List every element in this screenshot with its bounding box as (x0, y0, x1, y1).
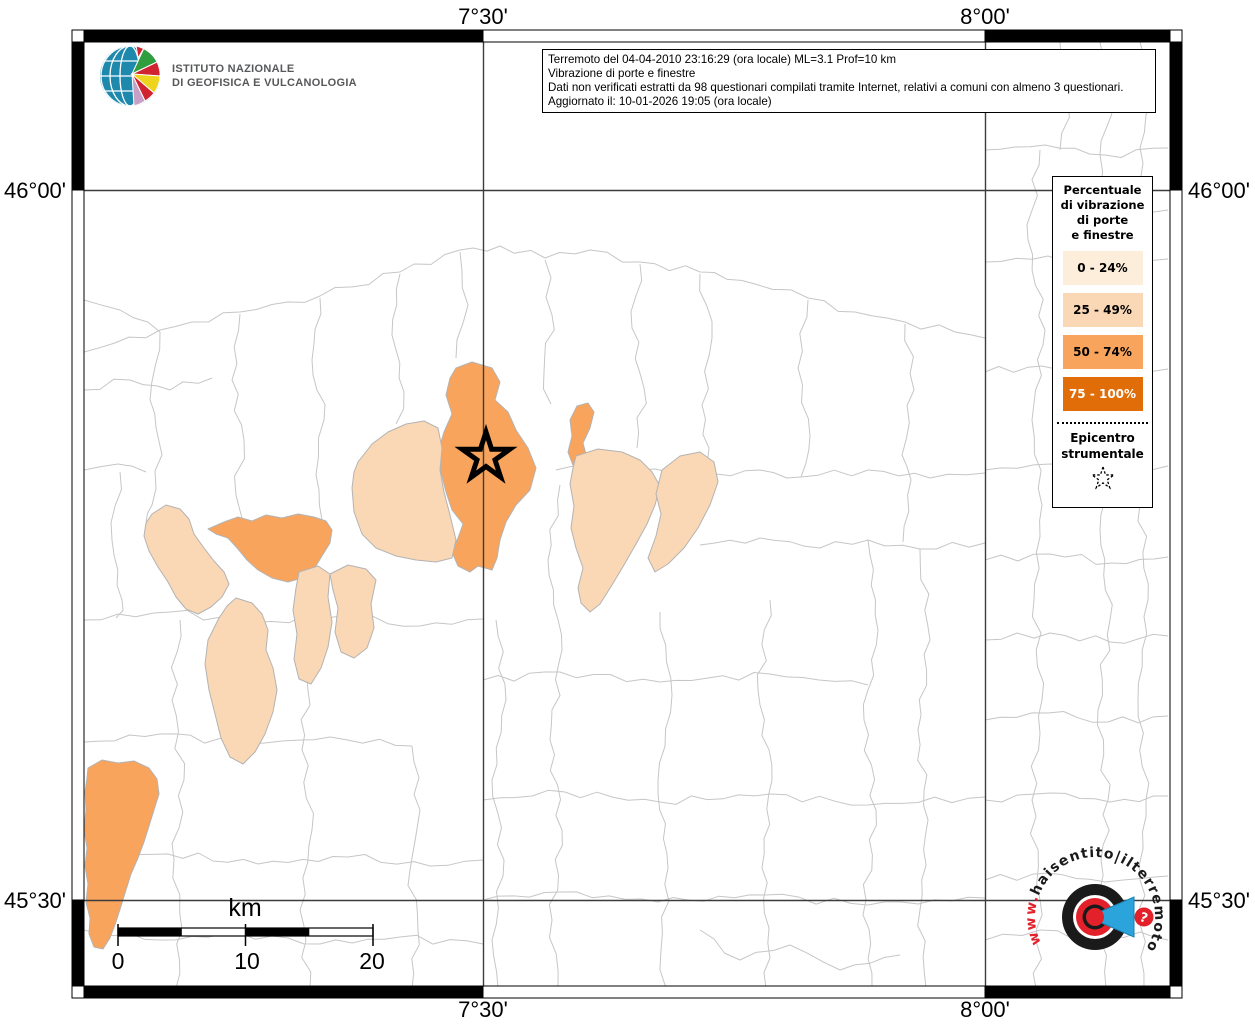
watermark-it: .it (0, 0, 4, 4)
boundary-line (392, 274, 404, 424)
boundary-line (483, 892, 985, 905)
boundary-line (84, 610, 483, 626)
boundary-line (483, 672, 868, 685)
lat-label-right-bottom: 45°30' (1188, 888, 1250, 913)
boundary-line (84, 246, 985, 352)
scale-tick-20: 20 (359, 948, 385, 974)
event-summary-line: Terremoto del 04-04-2010 23:16:29 (ora l… (548, 53, 1150, 67)
legend-title-line: di vibrazione (1053, 198, 1152, 213)
legend-epicenter-symbol (1053, 466, 1152, 494)
boundary-line (543, 260, 554, 404)
event-data-source-line: Dati non verificati estratti da 98 quest… (548, 81, 1150, 95)
lat-label-left-bottom: 45°30' (4, 888, 66, 913)
boundary-line (631, 264, 646, 448)
lon-label-bottom-left: 7°30' (458, 997, 508, 1022)
boundary-line (902, 324, 914, 542)
legend-class-label: 25 - 49% (1063, 293, 1143, 327)
municipality-polygon (205, 598, 277, 764)
boundary-line (985, 554, 1168, 564)
legend-title-line: Percentuale (1053, 183, 1152, 198)
legend-class-25-49: 25 - 49% (1063, 293, 1143, 327)
legend-title-line: e finestre (1053, 228, 1152, 243)
lon-label-top-left: 7°30' (458, 4, 508, 29)
boundary-line (985, 793, 1168, 802)
legend-epicenter-line: strumentale (1053, 447, 1152, 463)
ingv-name-line1: ISTITUTO NAZIONALE (172, 62, 357, 76)
legend-class-0-24: 0 - 24% (1063, 251, 1143, 285)
boundary-line (863, 540, 878, 988)
bullseye-center (1086, 908, 1104, 926)
boundary-line (985, 712, 1168, 723)
ingv-name-line2: DI GEOFISICA E VULCANOLOGIA (172, 76, 357, 90)
municipality-polygon (293, 566, 332, 684)
boundary-line (84, 853, 483, 866)
scale-bar: km 0 10 20 (112, 894, 385, 974)
legend-divider (1057, 422, 1148, 424)
ingv-name: ISTITUTO NAZIONALE DI GEOFISICA E VULCAN… (172, 62, 357, 90)
scale-tick-0: 0 (112, 948, 125, 974)
boundary-line (658, 612, 672, 988)
event-info-box: Terremoto del 04-04-2010 23:16:29 (ora l… (542, 49, 1156, 113)
legend-class-label: 0 - 24% (1063, 251, 1143, 285)
lat-label-left-top: 46°00' (4, 178, 66, 203)
scale-bar-unit: km (228, 894, 261, 922)
event-updated-line: Aggiornato il: 10-01-2026 19:05 (ora loc… (548, 95, 1150, 109)
legend-title-line: di porte (1053, 213, 1152, 228)
boundary-line (232, 314, 245, 518)
legend-class-label: 75 - 100% (1063, 377, 1143, 411)
boundary-line (798, 300, 810, 477)
lon-label-bottom-right: 8°00' (960, 997, 1010, 1022)
lat-label-right-top: 46°00' (1188, 178, 1250, 203)
municipality-polygon (144, 505, 229, 614)
boundary-line (84, 464, 146, 472)
boundary-line (700, 274, 712, 477)
boundary-line (492, 620, 506, 988)
legend: Percentuale di vibrazione di porte e fin… (1052, 176, 1153, 508)
legend-epicenter-line: Epicentro (1053, 431, 1152, 447)
legend-class-50-74: 50 - 74% (1063, 335, 1143, 369)
intensity-map-page: km 0 10 20 (0, 0, 1255, 1024)
boundary-line (483, 790, 985, 805)
municipality-polygon (330, 565, 376, 658)
legend-star-icon (1092, 467, 1114, 488)
boundary-line (918, 549, 930, 988)
municipality-polygon (570, 449, 660, 612)
ingv-logo: ISTITUTO NAZIONALE DI GEOFISICA E VULCAN… (98, 44, 357, 108)
boundary-line (146, 332, 162, 522)
boundary-line (700, 538, 985, 549)
boundary-line (408, 746, 420, 988)
legend-class-75-100: 75 - 100% (1063, 377, 1143, 411)
event-effect-line: Vibrazione di porte e finestre (548, 67, 1150, 81)
legend-epicenter-label: Epicentro strumentale (1053, 431, 1152, 462)
ingv-globe-icon (98, 44, 162, 108)
boundary-line (1027, 150, 1045, 988)
intensity-polygons (84, 362, 718, 949)
boundary-line (456, 252, 468, 358)
boundary-line (111, 472, 123, 618)
boundary-line (985, 633, 1168, 643)
boundary-line (548, 485, 562, 988)
lon-label-top-right: 8°00' (960, 4, 1010, 29)
legend-class-label: 50 - 74% (1063, 335, 1143, 369)
boundary-line (84, 378, 212, 390)
municipality-polygon (352, 421, 456, 562)
scale-tick-10: 10 (234, 948, 260, 974)
boundary-line (84, 300, 160, 332)
legend-title: Percentuale di vibrazione di porte e fin… (1053, 183, 1152, 243)
map-canvas: km 0 10 20 (0, 0, 1255, 1024)
